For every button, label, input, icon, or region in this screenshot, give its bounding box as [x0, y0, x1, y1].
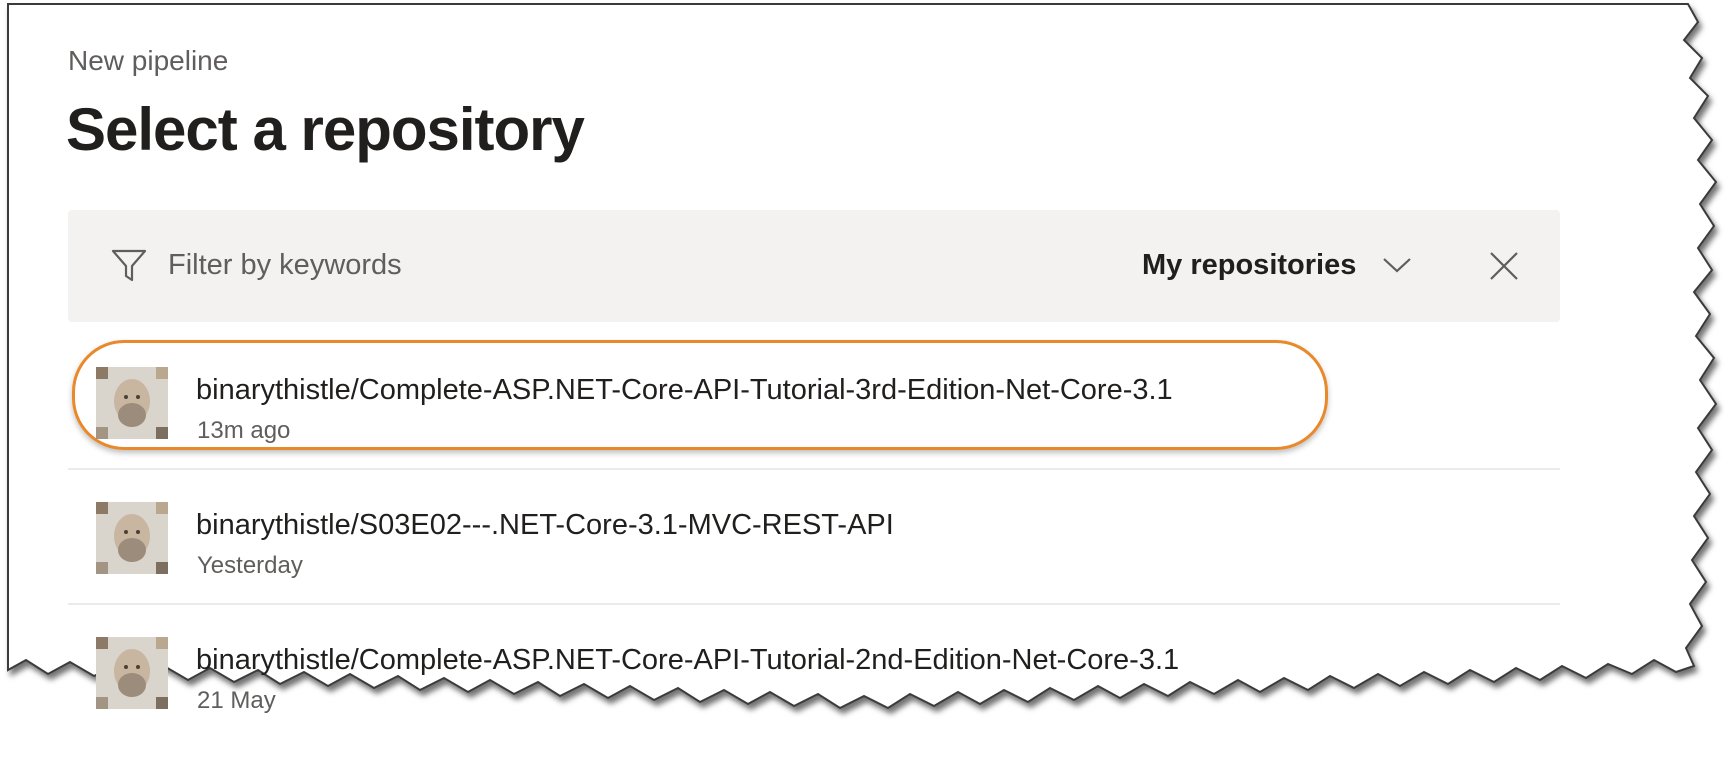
chevron-down-icon [1383, 258, 1412, 273]
page-title: Select a repository [66, 96, 585, 163]
repository-row[interactable]: binarythistle/S03E02---.NET-Core-3.1-MVC… [68, 470, 1560, 605]
repository-list: binarythistle/Complete-ASP.NET-Core-API-… [68, 335, 1560, 738]
repository-updated-time: 21 May [197, 687, 276, 714]
repository-row[interactable]: binarythistle/Complete-ASP.NET-Core-API-… [68, 335, 1560, 470]
filter-input[interactable] [168, 240, 868, 290]
repository-row[interactable]: binarythistle/Complete-ASP.NET-Core-API-… [68, 605, 1560, 738]
close-icon[interactable] [1486, 248, 1522, 284]
user-avatar [96, 637, 168, 709]
screenshot-stage: New pipeline Select a repository My repo… [0, 0, 1725, 775]
filter-icon [111, 249, 147, 282]
new-pipeline-panel: New pipeline Select a repository My repo… [0, 0, 1725, 775]
repository-name[interactable]: binarythistle/Complete-ASP.NET-Core-API-… [196, 643, 1179, 677]
repository-name[interactable]: binarythistle/S03E02---.NET-Core-3.1-MVC… [196, 508, 894, 542]
repository-scope-label: My repositories [1142, 248, 1357, 281]
user-avatar [96, 502, 168, 574]
filter-bar: My repositories [68, 210, 1560, 322]
repository-name[interactable]: binarythistle/Complete-ASP.NET-Core-API-… [196, 373, 1173, 407]
repository-updated-time: Yesterday [197, 552, 303, 579]
user-avatar [96, 367, 168, 439]
breadcrumb[interactable]: New pipeline [68, 44, 228, 78]
repository-scope-dropdown[interactable]: My repositories [1142, 240, 1412, 290]
repository-updated-time: 13m ago [197, 417, 291, 444]
